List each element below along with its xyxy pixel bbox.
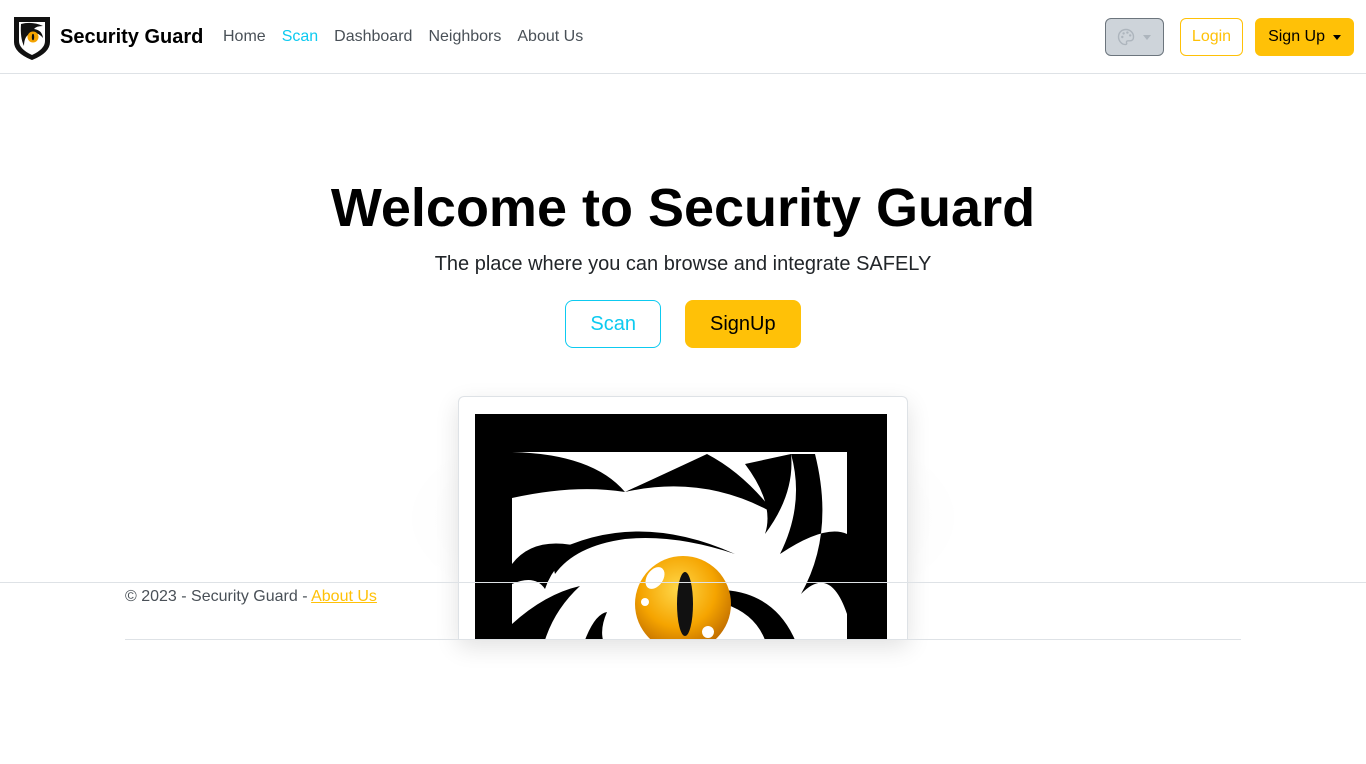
nav-dashboard[interactable]: Dashboard bbox=[326, 28, 420, 46]
nav-about-us[interactable]: About Us bbox=[509, 28, 591, 46]
footer: © 2023 - Security Guard - About Us bbox=[125, 586, 377, 608]
eye-logo-icon bbox=[475, 414, 887, 639]
nav-scan[interactable]: Scan bbox=[274, 28, 326, 46]
hero-subtitle: The place where you can browse and integ… bbox=[434, 253, 932, 275]
footer-divider bbox=[125, 639, 1241, 640]
navbar: Security Guard Home Scan Dashboard Neigh… bbox=[0, 0, 1366, 74]
footer-top-border bbox=[0, 582, 1366, 583]
hero-image-card bbox=[458, 396, 908, 639]
hero-title: Welcome to Security Guard bbox=[330, 178, 1036, 238]
signup-label: Sign Up bbox=[1268, 28, 1325, 45]
footer-copyright: © 2023 - Security Guard - bbox=[125, 588, 312, 605]
nav-actions: Login Sign Up bbox=[1104, 18, 1354, 56]
nav-home[interactable]: Home bbox=[215, 28, 274, 46]
nav-neighbors[interactable]: Neighbors bbox=[420, 28, 509, 46]
chevron-down-icon bbox=[1143, 34, 1152, 40]
signup-dropdown-button[interactable]: Sign Up bbox=[1255, 18, 1354, 56]
shield-eye-logo-icon bbox=[14, 17, 50, 60]
brand-name: Security Guard bbox=[60, 25, 204, 48]
palette-icon bbox=[1118, 28, 1135, 46]
theme-toggle-button[interactable] bbox=[1104, 18, 1164, 56]
brand-link[interactable]: Security Guard bbox=[12, 14, 203, 60]
scan-button[interactable]: Scan bbox=[565, 300, 661, 348]
footer-about-link[interactable]: About Us bbox=[311, 588, 377, 605]
login-button[interactable]: Login bbox=[1179, 18, 1244, 56]
main-nav: Home Scan Dashboard Neighbors About Us bbox=[215, 0, 591, 74]
caret-down-icon bbox=[1333, 34, 1341, 40]
signup-button[interactable]: SignUp bbox=[684, 300, 801, 348]
hero-actions: Scan SignUp bbox=[0, 300, 1366, 348]
